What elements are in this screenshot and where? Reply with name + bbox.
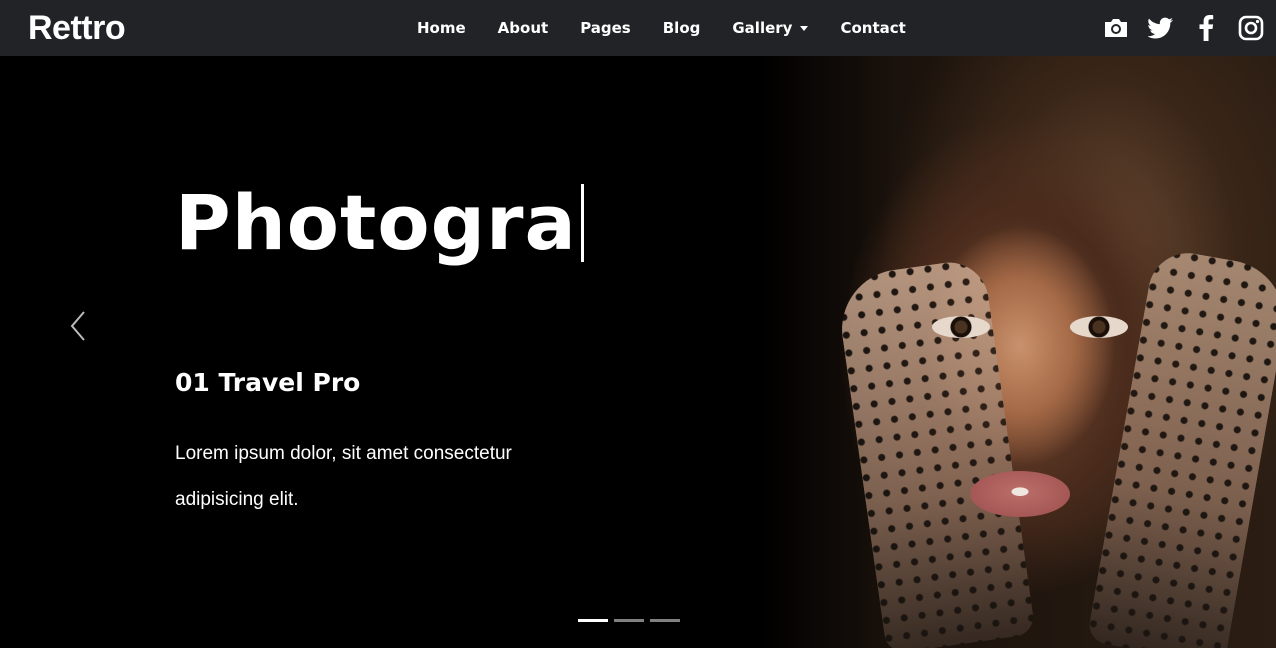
- navbar: Rettro Home About Pages Blog Gallery Con…: [0, 0, 1276, 56]
- carousel-indicator-2[interactable]: [614, 619, 644, 622]
- hero-headline: Photogra: [175, 178, 584, 268]
- slide-description-line-1: Lorem ipsum dolor, sit amet consectetur: [175, 443, 512, 464]
- nav-pages[interactable]: Pages: [564, 19, 647, 37]
- nav-about[interactable]: About: [482, 19, 565, 37]
- brand-logo[interactable]: Rettro: [28, 9, 126, 47]
- facebook-icon[interactable]: [1191, 13, 1221, 43]
- nav-gallery-label: Gallery: [732, 19, 793, 37]
- camera-icon[interactable]: [1101, 13, 1131, 43]
- carousel-indicator-3[interactable]: [650, 619, 680, 622]
- hero-photo-eye-left: [932, 316, 990, 338]
- chevron-left-icon: [70, 311, 85, 341]
- slide-description: Lorem ipsum dolor, sit amet consectetur …: [175, 431, 555, 523]
- hero-photo-eye-right: [1070, 316, 1128, 338]
- carousel-prev-button[interactable]: [66, 306, 90, 346]
- nav-contact[interactable]: Contact: [824, 19, 921, 37]
- hero-carousel: Photogra 01 Travel Pro Lorem ipsum dolor…: [0, 56, 1276, 648]
- typing-cursor: [580, 184, 584, 262]
- hero-photo-eyes: [910, 306, 1160, 346]
- nav-menu: Home About Pages Blog Gallery Contact: [401, 0, 922, 56]
- twitter-icon[interactable]: [1146, 13, 1176, 43]
- slide-title: 01 Travel Pro: [175, 368, 361, 397]
- slide-description-line-2: adipisicing elit.: [175, 489, 299, 510]
- carousel-indicator-1[interactable]: [578, 619, 608, 622]
- social-links: [1101, 0, 1266, 56]
- instagram-icon[interactable]: [1236, 13, 1266, 43]
- nav-blog[interactable]: Blog: [647, 19, 717, 37]
- chevron-down-icon: [800, 25, 809, 31]
- nav-home[interactable]: Home: [401, 19, 482, 37]
- carousel-indicators: [578, 619, 680, 622]
- nav-gallery-dropdown[interactable]: Gallery: [716, 19, 824, 37]
- hero-headline-text: Photogra: [175, 178, 577, 267]
- hero-photo-lips: [970, 471, 1070, 517]
